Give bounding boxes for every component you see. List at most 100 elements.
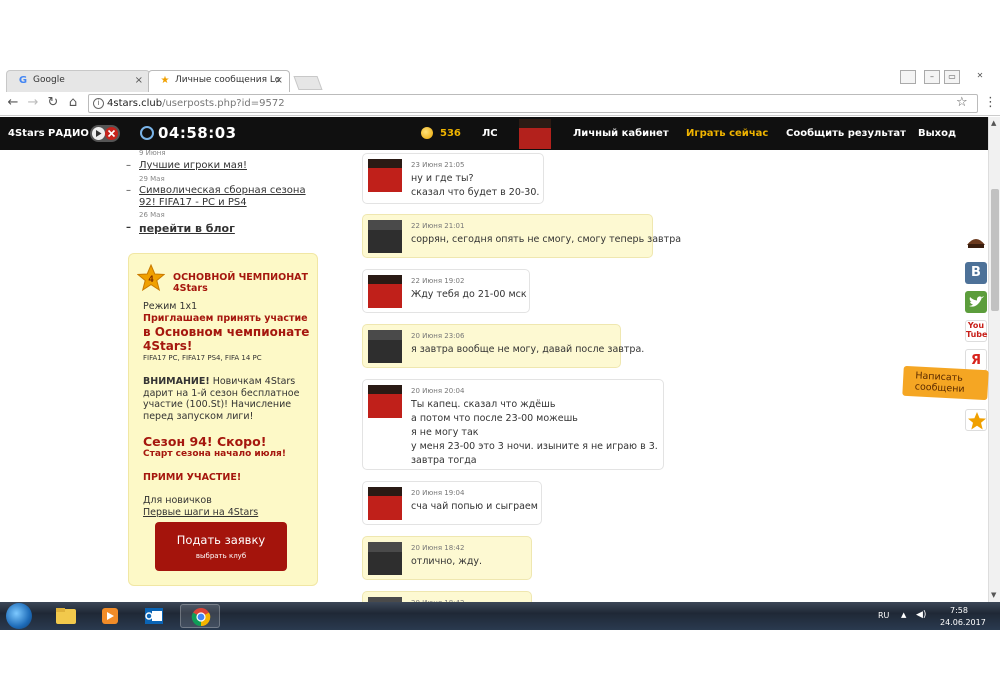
tab-messages[interactable]: ★ Личные сообщения Lo ×: [148, 70, 290, 92]
avatar[interactable]: [368, 542, 402, 575]
windows-taskbar: RU ▲ ◀) 7:58 24.06.2017: [0, 602, 1000, 630]
warning-label: ВНИМАНИЕ!: [143, 376, 210, 387]
outlook-icon[interactable]: [134, 604, 174, 628]
blog-link[interactable]: 92! FIFA17 - PC и PS4: [139, 197, 247, 209]
google-icon: G: [18, 75, 28, 86]
info-icon[interactable]: i: [93, 98, 104, 109]
radio-label[interactable]: 4Stars РАДИО: [8, 128, 89, 139]
blog-link[interactable]: Лучшие игроки мая!: [139, 160, 247, 172]
avatar[interactable]: [368, 385, 402, 418]
promo-join: ПРИМИ УЧАСТИЕ!: [143, 472, 242, 483]
promo-mode: Режим 1x1: [143, 301, 198, 312]
nav-report-result[interactable]: Сообщить результат: [786, 128, 906, 139]
url-domain: 4stars.club: [107, 98, 163, 109]
message-item: 22 Июня 21:01 соррян, сегодня опять не с…: [362, 214, 681, 258]
explorer-icon[interactable]: [46, 604, 86, 628]
avatar[interactable]: [368, 487, 402, 520]
promo-newbies: Для новичков: [143, 495, 212, 506]
forward-icon[interactable]: →: [24, 95, 42, 110]
message-item: 20 Июня 20:04 Ты капец. сказал что ждёшь…: [362, 379, 664, 470]
start-button[interactable]: [6, 603, 32, 629]
apply-button[interactable]: Подать заявку выбрать клуб: [155, 522, 287, 571]
blog-date: 26 Мая: [139, 211, 165, 219]
promo-warning: ВНИМАНИЕ! Новичкам 4Stars дарит на 1-й с…: [143, 376, 315, 422]
yandex-icon[interactable]: Я: [965, 349, 987, 371]
url-path: /userposts.php?id=9572: [162, 98, 285, 109]
coin-balance[interactable]: 536: [440, 128, 461, 139]
promo-platforms: FIFA17 PC, FIFA17 PS4, FIFA 14 PC: [143, 354, 262, 362]
close-icon[interactable]: ×: [135, 75, 143, 86]
apply-button-label: Подать заявку: [176, 533, 266, 547]
screen: G Google × ★ Личные сообщения Lo × – ▭ ✕…: [0, 0, 1000, 700]
maximize-button[interactable]: ▭: [944, 70, 960, 84]
avatar[interactable]: [519, 119, 551, 149]
tab-google[interactable]: G Google ×: [6, 70, 150, 92]
url-input[interactable]: i 4stars.club/userposts.php?id=9572: [88, 94, 978, 113]
promo-champ-line: в Основном чемпионате: [143, 325, 310, 339]
championship-promo: 4 ОСНОВНОЙ ЧЕМПИОНАТ 4Stars Режим 1x1 Пр…: [128, 253, 318, 586]
avatar[interactable]: [368, 330, 402, 363]
bookmark-star-icon[interactable]: ☆: [956, 95, 968, 110]
list-dash: –: [126, 222, 131, 233]
reload-icon[interactable]: ↻: [44, 95, 62, 110]
twitter-icon[interactable]: [965, 291, 987, 313]
scroll-thumb[interactable]: [991, 189, 999, 311]
clock-date[interactable]: 24.06.2017: [940, 618, 986, 627]
nav-cabinet[interactable]: Личный кабинет: [573, 128, 669, 139]
message-meta: 20 Июня 20:04: [411, 387, 465, 395]
language-indicator[interactable]: RU: [878, 611, 889, 620]
tab-title: Личные сообщения Lo: [175, 75, 281, 85]
scroll-up-icon[interactable]: ▲: [991, 119, 996, 127]
chrome-icon[interactable]: [180, 604, 220, 628]
warning-text: перед запуском лиги!: [143, 410, 254, 422]
warning-text: дарит на 1-й сезон бесплатное: [143, 387, 300, 399]
volume-icon[interactable]: ◀): [916, 610, 926, 620]
message-text: соррян, сегодня опять не смогу, смогу те…: [411, 234, 682, 245]
close-window-button[interactable]: ✕: [972, 70, 988, 84]
blog-date: 9 Июня: [139, 149, 166, 157]
star-icon: ★: [160, 75, 170, 86]
youtube-icon[interactable]: You Tube: [965, 320, 987, 342]
star-icon[interactable]: [965, 409, 987, 431]
message-item: 23 Июня 21:05 ну и где ты? сказал что бу…: [362, 153, 544, 204]
nav-play-now[interactable]: Играть сейчас: [686, 128, 768, 139]
avatar[interactable]: [368, 275, 402, 308]
browser-tab-strip: G Google × ★ Личные сообщения Lo × – ▭ ✕: [0, 68, 1000, 92]
vk-icon[interactable]: В: [965, 262, 987, 284]
radio-play-icon[interactable]: [90, 125, 120, 142]
tray-expand-icon[interactable]: ▲: [901, 611, 906, 619]
blog-link[interactable]: Символическая сборная сезона: [139, 185, 306, 197]
coin-icon: [421, 127, 433, 139]
clock-time[interactable]: 7:58: [950, 606, 968, 615]
message-text: я завтра вообще не могу, давай после зав…: [411, 344, 645, 355]
page-scrollbar[interactable]: ▲ ▼: [988, 117, 1000, 602]
menu-icon[interactable]: ⋮: [984, 95, 997, 110]
promo-title-line: 4Stars: [173, 283, 208, 294]
back-icon[interactable]: ←: [4, 95, 22, 110]
minimize-button[interactable]: –: [924, 70, 940, 84]
promo-season: Сезон 94! Скоро!: [143, 434, 267, 449]
promo-championship: в Основном чемпионате 4Stars!: [143, 325, 315, 353]
message-text: ну и где ты? сказал что будет в 20-30.: [411, 173, 540, 198]
home-icon[interactable]: ⌂: [64, 95, 82, 110]
blog-date: 29 Мая: [139, 175, 165, 183]
first-steps-link[interactable]: Первые шаги на 4Stars: [143, 507, 258, 518]
site-header: 4Stars РАДИО 04:58:03 536 ЛС Личный каби…: [0, 117, 988, 150]
new-tab-button[interactable]: [293, 76, 323, 90]
scroll-down-icon[interactable]: ▼: [991, 591, 996, 599]
media-player-icon[interactable]: [90, 604, 130, 628]
message-text: отлично, жду.: [411, 556, 483, 567]
avatar[interactable]: [368, 159, 402, 192]
warning-text: участие (100.St)! Начисление: [143, 399, 292, 410]
police-hat-icon[interactable]: [965, 231, 987, 253]
go-to-blog-link[interactable]: перейти в блог: [139, 222, 235, 235]
nav-logout[interactable]: Выход: [918, 128, 956, 139]
user-icon[interactable]: [900, 70, 916, 84]
promo-invite: Приглашаем принять участие: [143, 313, 308, 324]
avatar[interactable]: [368, 220, 402, 253]
private-messages-link[interactable]: ЛС: [482, 128, 498, 139]
close-icon[interactable]: ×: [275, 75, 283, 86]
write-message-tab[interactable]: Написать сообщени: [902, 365, 989, 401]
promo-title: ОСНОВНОЙ ЧЕМПИОНАТ 4Stars: [173, 272, 313, 294]
message-item: 22 Июня 19:02 Жду тебя до 21-00 мск: [362, 269, 530, 313]
